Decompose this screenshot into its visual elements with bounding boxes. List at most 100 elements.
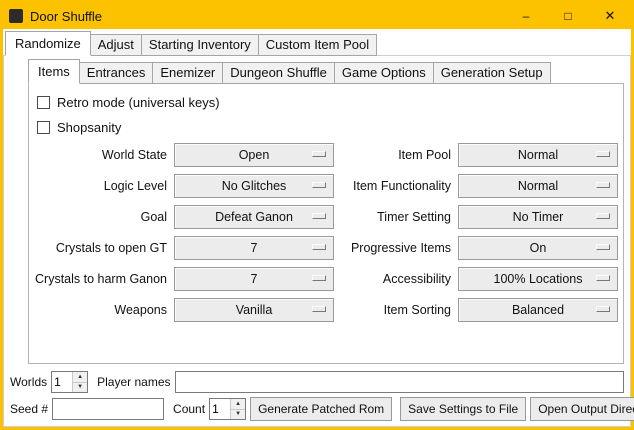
dropdown-indicator-icon [312,182,326,188]
window-title: Door Shuffle [30,9,102,24]
options-grid: World State Open Item Pool Normal Logic … [35,143,619,322]
worlds-input[interactable] [52,372,72,392]
accessibility-dropdown[interactable]: 100% Locations [458,267,618,291]
crystals-harm-ganon-dropdown[interactable]: 7 [174,267,334,291]
goal-dropdown[interactable]: Defeat Ganon [174,205,334,229]
app-icon [9,9,23,23]
weapons-label: Weapons [35,303,167,317]
retro-mode-label: Retro mode (universal keys) [57,95,220,110]
player-names-label: Player names [97,375,170,389]
open-output-button[interactable]: Open Output Directory [530,397,634,421]
item-sorting-dropdown[interactable]: Balanced [458,298,618,322]
spin-up-icon[interactable]: ▲ [73,372,87,382]
count-input[interactable] [210,399,230,419]
worlds-row: Worlds ▲ ▼ Player names [10,370,624,394]
tab-starting-inventory[interactable]: Starting Inventory [141,34,259,56]
goal-label: Goal [35,210,167,224]
inner-tab-bar: Items Entrances Enemizer Dungeon Shuffle… [28,59,624,84]
world-state-value: Open [239,148,270,162]
minimize-icon[interactable]: – [505,3,547,29]
dropdown-indicator-icon [596,182,610,188]
randomize-tab-panel: Items Entrances Enemizer Dungeon Shuffle… [3,55,631,427]
crystals-harm-ganon-label: Crystals to harm Ganon [35,272,167,286]
item-pool-label: Item Pool [341,148,451,162]
dropdown-indicator-icon [596,213,610,219]
count-spin-arrows: ▲ ▼ [230,399,245,419]
timer-setting-dropdown[interactable]: No Timer [458,205,618,229]
crystals-open-gt-value: 7 [251,241,258,255]
dropdown-indicator-icon [596,244,610,250]
inner-notebook: Items Entrances Enemizer Dungeon Shuffle… [28,59,624,364]
generate-rom-button[interactable]: Generate Patched Rom [250,397,392,421]
retro-mode-row: Retro mode (universal keys) [35,90,619,115]
logic-level-dropdown[interactable]: No Glitches [174,174,334,198]
seed-label: Seed # [10,402,48,416]
item-sorting-label: Item Sorting [341,303,451,317]
item-sorting-value: Balanced [512,303,564,317]
window-content: Randomize Adjust Starting Inventory Cust… [3,29,631,427]
seed-input[interactable] [52,398,164,420]
shopsanity-row: Shopsanity [35,115,619,140]
maximize-icon[interactable]: □ [547,3,589,29]
spin-down-icon[interactable]: ▼ [231,409,245,420]
dropdown-indicator-icon [312,213,326,219]
item-pool-dropdown[interactable]: Normal [458,143,618,167]
app-window: Door Shuffle – □ ✕ Randomize Adjust Star… [0,0,634,430]
tab-entrances[interactable]: Entrances [79,62,154,84]
outer-tab-bar: Randomize Adjust Starting Inventory Cust… [3,31,631,56]
dropdown-indicator-icon [312,306,326,312]
dropdown-indicator-icon [596,306,610,312]
spin-up-icon[interactable]: ▲ [231,399,245,409]
seed-row: Seed # Count ▲ ▼ Generate Patched Rom Sa… [10,397,624,421]
world-state-label: World State [35,148,167,162]
progressive-items-dropdown[interactable]: On [458,236,618,260]
player-names-input[interactable] [175,371,625,393]
tab-enemizer[interactable]: Enemizer [152,62,223,84]
tab-generation-setup[interactable]: Generation Setup [433,62,551,84]
logic-level-value: No Glitches [222,179,287,193]
count-spinbox[interactable]: ▲ ▼ [209,398,246,420]
goal-value: Defeat Ganon [215,210,293,224]
world-state-dropdown[interactable]: Open [174,143,334,167]
tab-custom-item-pool[interactable]: Custom Item Pool [258,34,377,56]
item-functionality-label: Item Functionality [341,179,451,193]
accessibility-value: 100% Locations [494,272,583,286]
footer: Worlds ▲ ▼ Player names Seed # Count [4,367,630,426]
crystals-harm-ganon-value: 7 [251,272,258,286]
items-tab-panel: Retro mode (universal keys) Shopsanity W… [28,83,624,364]
tab-items[interactable]: Items [28,59,80,84]
window-controls: – □ ✕ [505,3,631,29]
dropdown-indicator-icon [596,275,610,281]
shopsanity-label: Shopsanity [57,120,121,135]
item-functionality-value: Normal [518,179,558,193]
item-functionality-dropdown[interactable]: Normal [458,174,618,198]
item-pool-value: Normal [518,148,558,162]
titlebar[interactable]: Door Shuffle – □ ✕ [3,3,631,29]
save-settings-button[interactable]: Save Settings to File [400,397,526,421]
timer-setting-value: No Timer [513,210,564,224]
crystals-open-gt-label: Crystals to open GT [35,241,167,255]
dropdown-indicator-icon [596,151,610,157]
shopsanity-checkbox[interactable] [37,121,50,134]
tab-dungeon-shuffle[interactable]: Dungeon Shuffle [222,62,335,84]
accessibility-label: Accessibility [341,272,451,286]
progressive-items-label: Progressive Items [341,241,451,255]
worlds-label: Worlds [10,375,47,389]
worlds-spinbox[interactable]: ▲ ▼ [51,371,88,393]
weapons-value: Vanilla [236,303,273,317]
count-label: Count [173,402,205,416]
close-icon[interactable]: ✕ [589,3,631,29]
worlds-spin-arrows: ▲ ▼ [72,372,87,392]
tab-adjust[interactable]: Adjust [90,34,142,56]
weapons-dropdown[interactable]: Vanilla [174,298,334,322]
progressive-items-value: On [530,241,547,255]
dropdown-indicator-icon [312,244,326,250]
tab-game-options[interactable]: Game Options [334,62,434,84]
dropdown-indicator-icon [312,151,326,157]
logic-level-label: Logic Level [35,179,167,193]
crystals-open-gt-dropdown[interactable]: 7 [174,236,334,260]
spin-down-icon[interactable]: ▼ [73,382,87,393]
tab-randomize[interactable]: Randomize [5,31,91,56]
timer-setting-label: Timer Setting [341,210,451,224]
retro-mode-checkbox[interactable] [37,96,50,109]
